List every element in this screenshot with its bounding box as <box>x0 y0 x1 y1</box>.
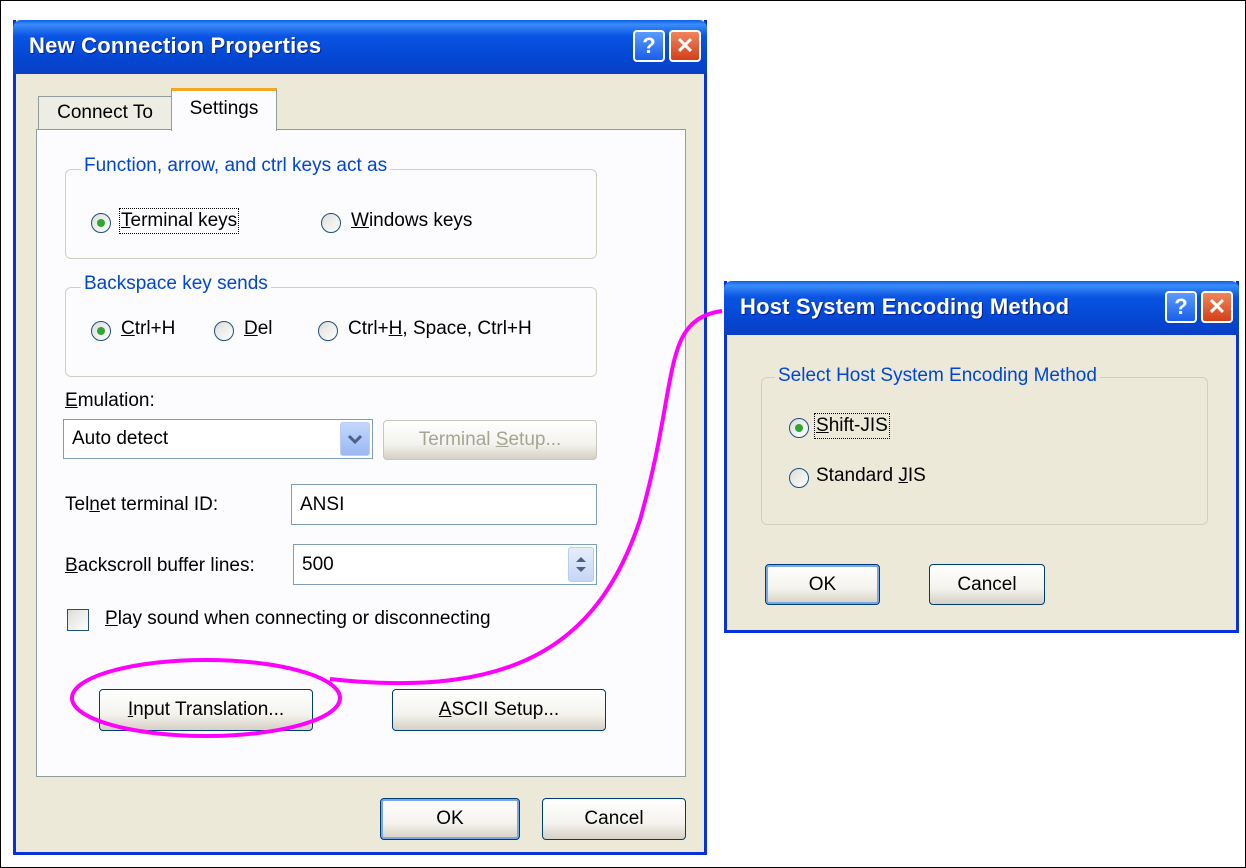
host-system-encoding-dialog: Host System Encoding Method ? ✕ Select H… <box>724 281 1239 633</box>
chevron-down-icon <box>347 434 363 445</box>
tab-label: Settings <box>189 98 259 119</box>
window-title: New Connection Properties <box>29 33 322 58</box>
title-bar[interactable]: Host System Encoding Method ? ✕ <box>724 281 1239 335</box>
emulation-value: Auto detect <box>72 428 169 449</box>
dropdown-arrow-button[interactable] <box>340 422 370 456</box>
help-icon: ? <box>1174 294 1188 319</box>
emulation-label: Emulation: <box>65 390 155 411</box>
ctrl-h-radio[interactable] <box>91 321 111 341</box>
new-connection-properties-dialog: New Connection Properties ? ✕ Connect To… <box>13 20 707 855</box>
del-radio[interactable] <box>214 321 234 341</box>
cancel-button[interactable]: Cancel <box>929 564 1045 605</box>
del-label[interactable]: Del <box>244 318 273 340</box>
emulation-select[interactable]: Auto detect <box>63 419 373 459</box>
backscroll-value: 500 <box>302 554 334 575</box>
close-icon: ✕ <box>1207 294 1227 319</box>
play-sound-label[interactable]: Play sound when connecting or disconnect… <box>105 608 491 630</box>
title-bar[interactable]: New Connection Properties ? ✕ <box>13 20 707 74</box>
spinner-buttons[interactable] <box>568 547 594 582</box>
tab-settings[interactable]: Settings <box>171 88 277 131</box>
tab-label: Connect To <box>57 102 153 123</box>
shift-jis-label[interactable]: Shift-JIS <box>814 413 890 439</box>
encoding-groupbox <box>761 377 1208 525</box>
telnet-terminal-id-field[interactable]: ANSI <box>291 484 597 525</box>
ok-button[interactable]: OK <box>765 564 880 605</box>
help-button[interactable]: ? <box>633 30 665 62</box>
help-button[interactable]: ? <box>1165 291 1197 323</box>
terminal-keys-label[interactable]: Terminal keys <box>118 208 240 234</box>
close-icon: ✕ <box>675 33 695 58</box>
window-title: Host System Encoding Method <box>740 294 1070 319</box>
keys-group-label: Function, arrow, and ctrl keys act as <box>81 155 391 177</box>
close-button[interactable]: ✕ <box>1201 291 1233 323</box>
cancel-button[interactable]: Cancel <box>542 798 686 840</box>
backspace-group-label: Backspace key sends <box>81 273 271 295</box>
encoding-group-label: Select Host System Encoding Method <box>775 365 1100 387</box>
tab-connect-to[interactable]: Connect To <box>38 96 172 130</box>
shift-jis-radio[interactable] <box>789 418 809 438</box>
standard-jis-label[interactable]: Standard JIS <box>816 465 926 487</box>
windows-keys-label[interactable]: Windows keys <box>351 210 472 232</box>
help-icon: ? <box>642 33 656 58</box>
close-button[interactable]: ✕ <box>669 30 701 62</box>
terminal-keys-radio[interactable] <box>91 213 111 233</box>
telnet-terminal-id-label: Telnet terminal ID: <box>65 494 219 515</box>
input-translation-button[interactable]: Input Translation... <box>99 689 313 731</box>
windows-keys-radio[interactable] <box>321 213 341 233</box>
ok-button[interactable]: OK <box>380 798 520 840</box>
telnet-terminal-id-value: ANSI <box>300 494 345 515</box>
backscroll-spinner[interactable]: 500 <box>293 544 597 585</box>
terminal-setup-button[interactable]: Terminal Setup... <box>383 420 597 460</box>
backscroll-label: Backscroll buffer lines: <box>65 555 255 576</box>
spin-up-down-icon <box>576 557 586 572</box>
standard-jis-radio[interactable] <box>789 468 809 488</box>
play-sound-checkbox[interactable] <box>67 609 89 631</box>
settings-tab-panel: Function, arrow, and ctrl keys act as Te… <box>36 129 686 777</box>
ascii-setup-button[interactable]: ASCII Setup... <box>392 689 606 731</box>
ctrl-h-space-radio[interactable] <box>318 321 338 341</box>
ctrl-h-space-label[interactable]: Ctrl+H, Space, Ctrl+H <box>348 318 532 340</box>
ctrl-h-label[interactable]: Ctrl+H <box>121 318 175 340</box>
